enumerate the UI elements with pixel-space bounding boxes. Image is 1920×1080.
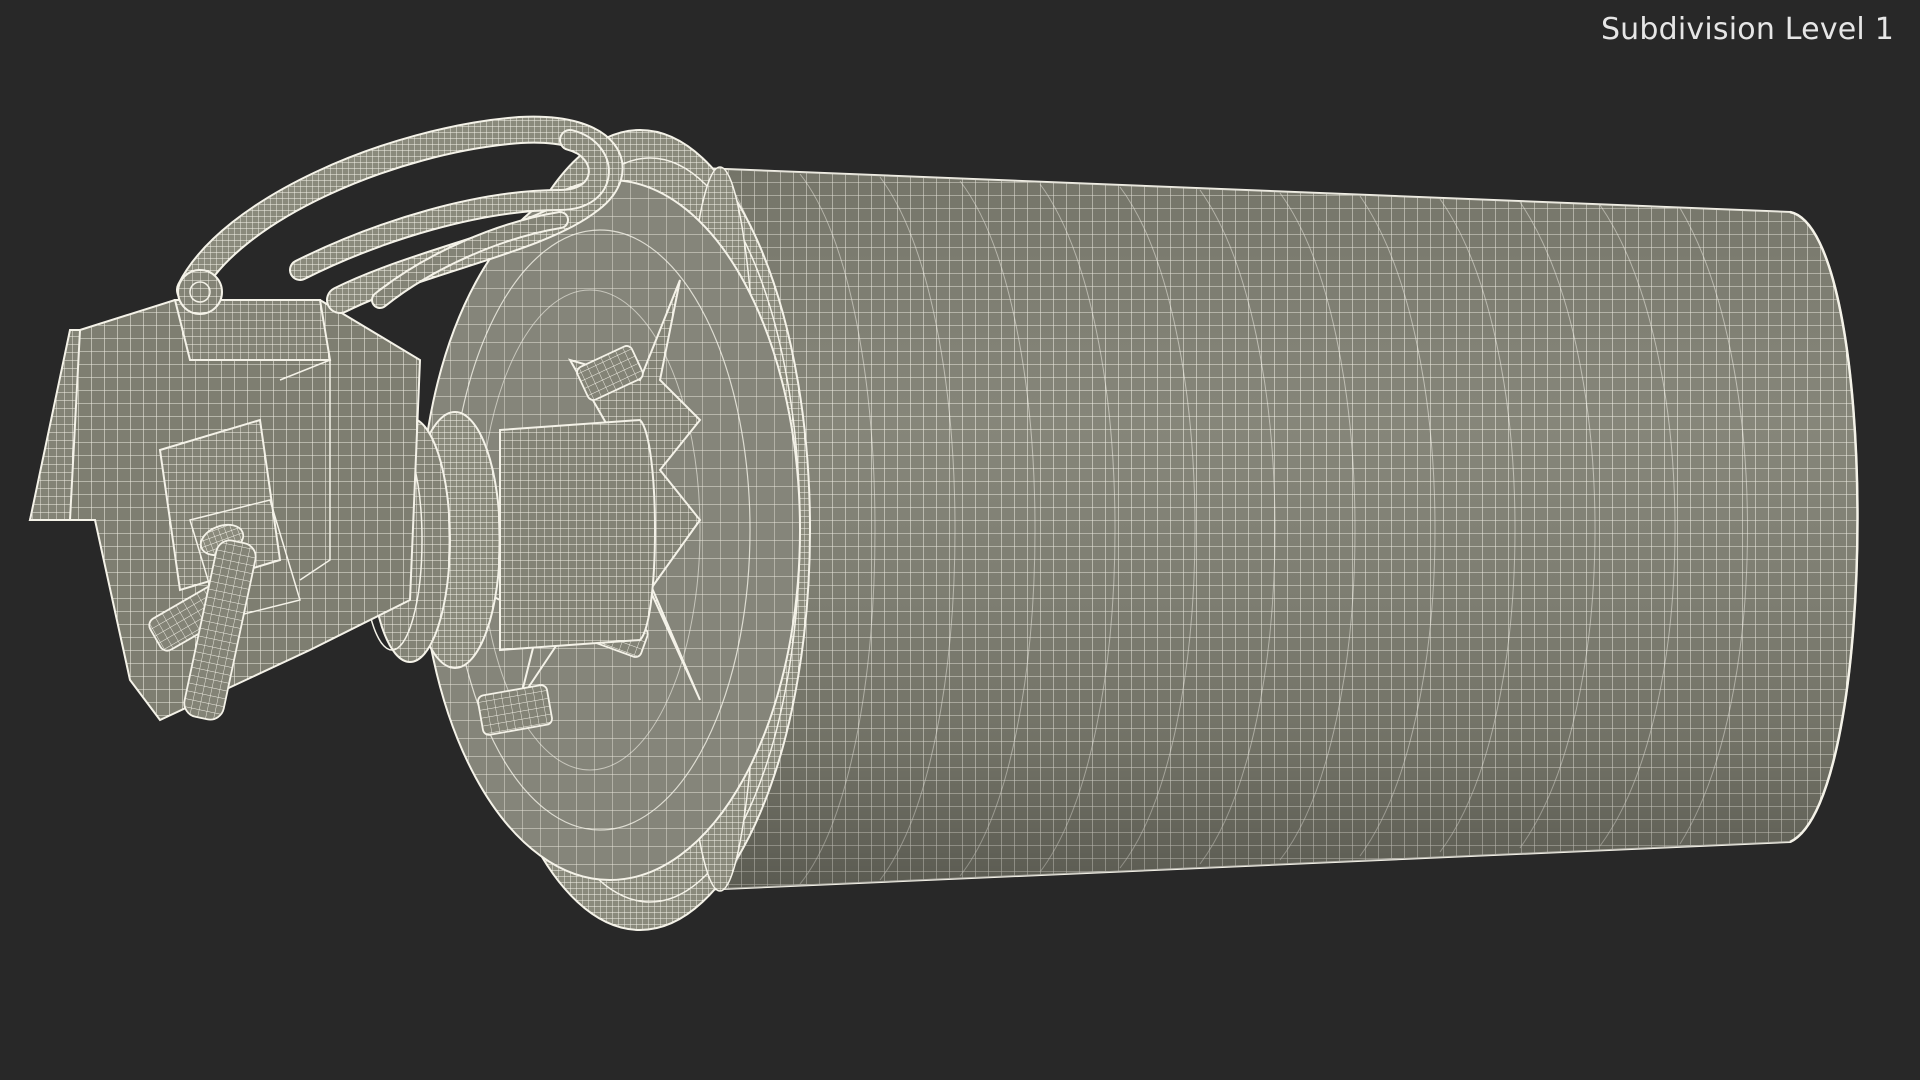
canister-body <box>699 166 1859 892</box>
fuze-lever <box>28 299 422 722</box>
render-viewport: Subdivision Level 1 <box>0 0 1920 1080</box>
wireframe-model <box>28 115 1859 931</box>
subdivision-level-label: Subdivision Level 1 <box>1600 12 1894 47</box>
